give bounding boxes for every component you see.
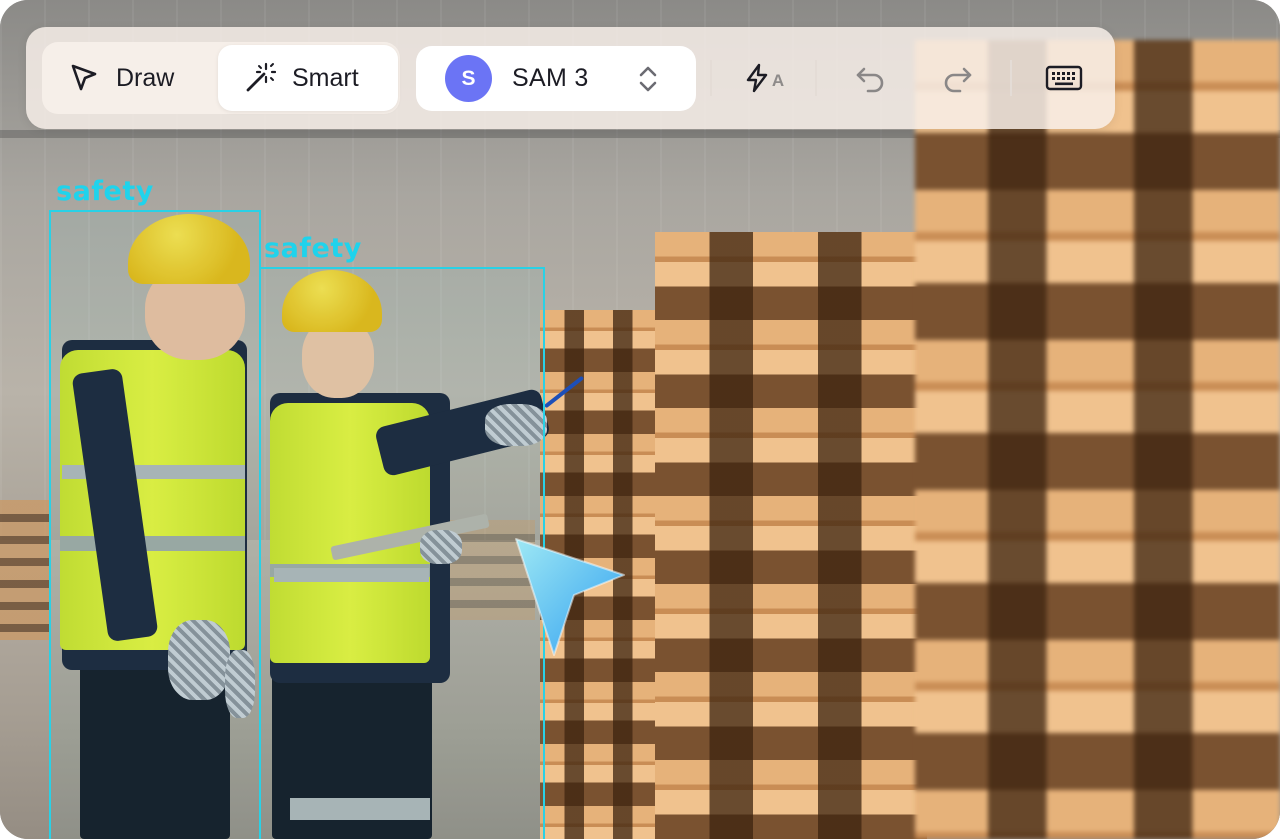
redo-icon xyxy=(944,67,972,93)
app-frame: safety safety Draw Smart S SAM 3 A xyxy=(0,0,1280,839)
auto-label-letter: A xyxy=(771,71,785,90)
mode-toggle-group: Draw Smart xyxy=(42,42,400,114)
model-avatar: S xyxy=(445,55,492,102)
draw-mode-button[interactable]: Draw xyxy=(68,45,218,111)
keyboard-shortcuts-button[interactable] xyxy=(1040,59,1088,97)
annotation-toolbar: Draw Smart S SAM 3 A xyxy=(26,27,1115,129)
undo-icon xyxy=(856,67,884,93)
detection-label: safety xyxy=(264,233,362,264)
undo-button[interactable] xyxy=(848,59,892,97)
detection-box[interactable] xyxy=(49,210,261,839)
pallet-stack-blurred xyxy=(915,40,1280,839)
toolbar-divider xyxy=(815,60,817,96)
model-name: SAM 3 xyxy=(512,64,589,92)
cursor-arrow-icon xyxy=(71,64,97,91)
background-pallets-left xyxy=(0,500,50,640)
smart-pointer-icon xyxy=(515,538,625,656)
detection-box[interactable] xyxy=(259,267,545,839)
toolbar-divider xyxy=(710,60,712,96)
pallet-stack-middle xyxy=(655,232,927,839)
keyboard-icon xyxy=(1045,65,1083,91)
draw-mode-label: Draw xyxy=(116,63,175,92)
smart-mode-label: Smart xyxy=(292,63,359,92)
flash-auto-icon xyxy=(746,63,768,93)
toolbar-divider xyxy=(1010,60,1012,96)
model-selector[interactable]: S SAM 3 xyxy=(416,46,696,111)
magic-wand-icon xyxy=(246,62,276,92)
detection-label: safety xyxy=(56,176,154,207)
redo-button[interactable] xyxy=(936,59,980,97)
chevron-up-down-icon xyxy=(639,66,657,92)
smart-mode-button[interactable]: Smart xyxy=(218,45,398,111)
auto-annotate-button[interactable]: A xyxy=(738,59,790,97)
